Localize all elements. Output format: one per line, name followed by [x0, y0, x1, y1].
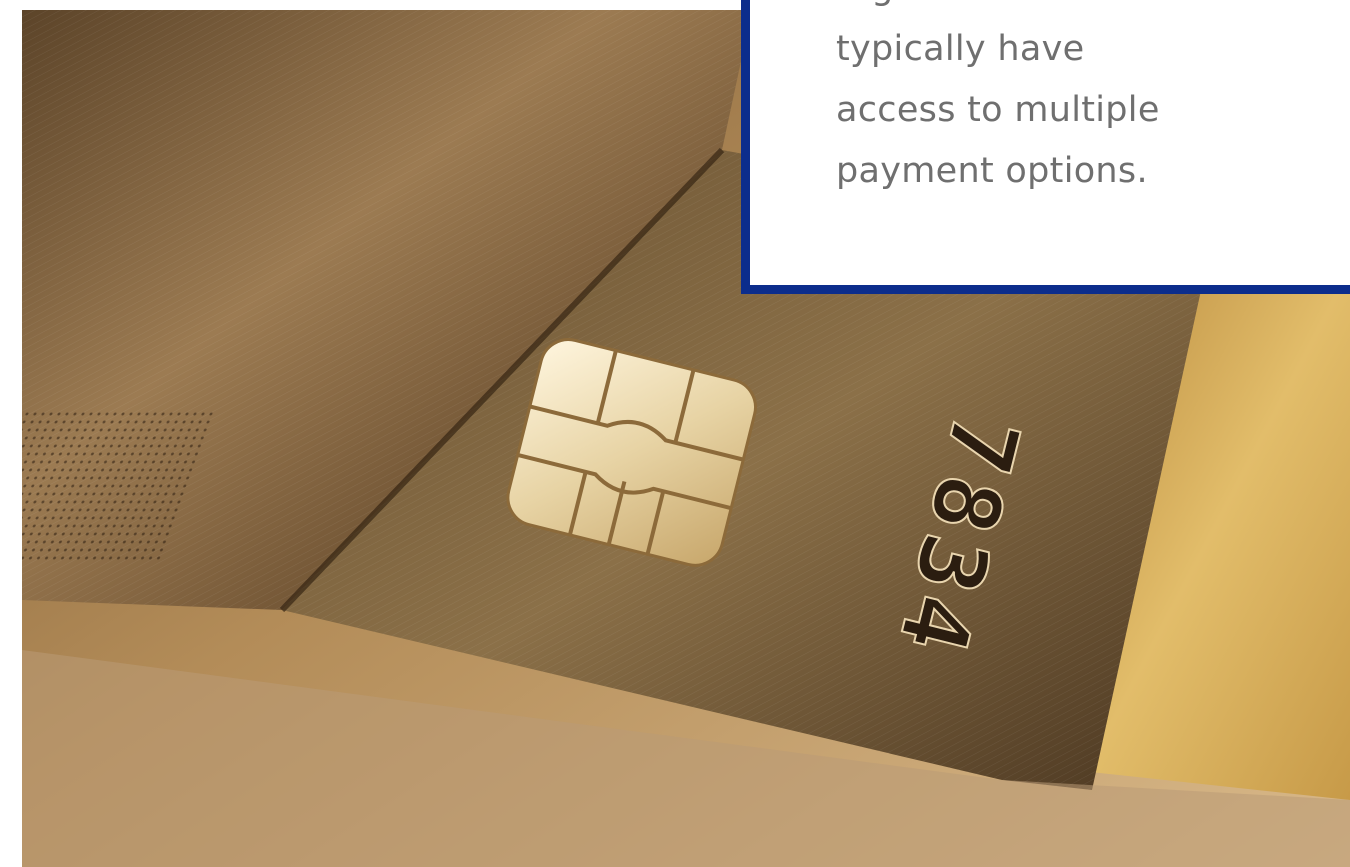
caption-text: …g typically have access to multiple pay… — [836, 0, 1160, 191]
caption-card: …g typically have access to multiple pay… — [741, 0, 1350, 294]
